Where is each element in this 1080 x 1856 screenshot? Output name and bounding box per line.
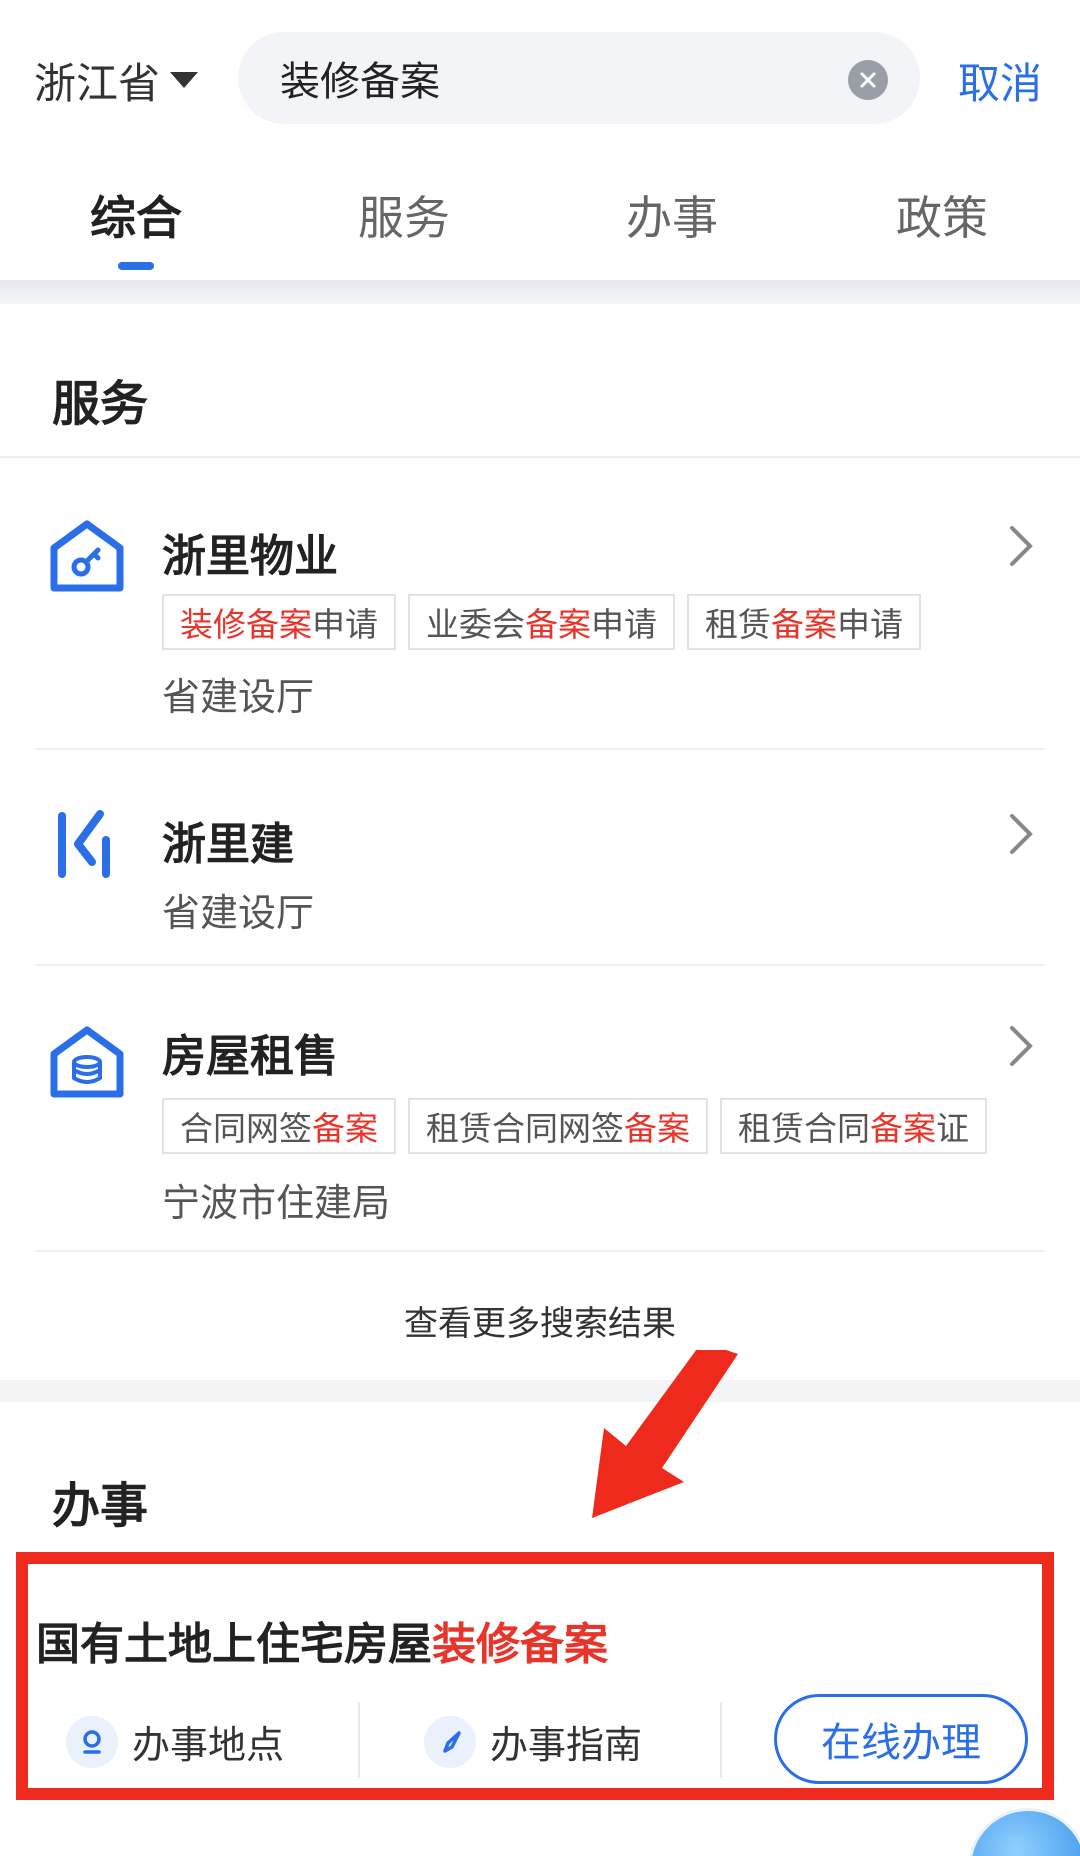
tag-highlight: 装修备案 (180, 605, 312, 644)
tag-text: 证 (936, 1109, 969, 1148)
zlj-logo-icon (58, 810, 110, 878)
service-org: 宁波市住建局 (162, 1181, 391, 1225)
service-item-zheli-property[interactable]: 浙里物业 装修备案 申请 业委会 备案 申请 租赁 备案 申请 省建设厅 (0, 480, 1080, 750)
search-input[interactable] (280, 55, 840, 101)
house-coin-icon (50, 1026, 124, 1098)
service-item-housing-lease-sale[interactable]: 房屋租售 合同网签 备案 租赁合同网签 备案 租赁合同 备案证 宁波市住建局 (0, 976, 1080, 1250)
divider (0, 456, 1080, 458)
tag-text: 合同网签 (180, 1109, 312, 1148)
tab-policy[interactable]: 政策 (842, 182, 1042, 248)
tab-all[interactable]: 综合 (36, 182, 236, 248)
tag-text: 申请 (837, 605, 903, 644)
service-tag[interactable]: 租赁合同 备案证 (720, 1098, 987, 1154)
tab-affairs[interactable]: 办事 (572, 182, 772, 248)
service-name: 房屋租售 (162, 1031, 338, 1082)
tab-services[interactable]: 服务 (304, 182, 504, 248)
chevron-right-icon (1010, 1026, 1033, 1066)
tag-text: 申请 (591, 605, 657, 644)
service-tag[interactable]: 租赁合同网签 备案 (408, 1098, 708, 1154)
assistant-float-icon[interactable] (968, 1808, 1080, 1856)
red-arrow-icon (592, 1350, 738, 1518)
section-gap (0, 1380, 1080, 1402)
result-tabs: 综合 服务 办事 政策 (0, 168, 1080, 278)
active-tab-indicator (118, 262, 154, 270)
chevron-right-icon (1010, 814, 1033, 854)
chevron-right-icon (1010, 526, 1033, 566)
clear-icon[interactable] (848, 60, 888, 100)
tag-highlight: 备案 (870, 1109, 936, 1148)
tag-highlight: 备案 (624, 1109, 690, 1148)
tabs-divider (0, 280, 1080, 304)
caret-down-icon (170, 72, 199, 88)
service-org: 省建设厅 (162, 675, 315, 719)
house-key-icon (50, 520, 124, 592)
service-name: 浙里建 (162, 819, 294, 870)
divider (36, 1250, 1044, 1252)
service-tags: 装修备案 申请 业委会 备案 申请 租赁 备案 申请 (162, 594, 921, 650)
highlight-box (16, 1552, 1054, 1800)
service-tag[interactable]: 装修备案 申请 (162, 594, 396, 650)
service-item-zheli-construction[interactable]: 浙里建 省建设厅 (0, 760, 1080, 964)
service-name: 浙里物业 (162, 531, 338, 582)
tag-highlight: 备案 (771, 605, 837, 644)
service-tag[interactable]: 业委会 备案 申请 (408, 594, 675, 650)
tag-text: 租赁 (705, 605, 771, 644)
services-section-title: 服务 (52, 376, 149, 432)
tag-highlight: 备案 (312, 1109, 378, 1148)
tag-text: 租赁合同网签 (426, 1109, 624, 1148)
search-box[interactable] (238, 32, 920, 124)
tag-text: 租赁合同 (738, 1109, 870, 1148)
tag-highlight: 备案 (525, 605, 591, 644)
service-org: 省建设厅 (162, 891, 315, 935)
top-bar: 浙江省 取消 (0, 0, 1080, 160)
region-label: 浙江省 (34, 58, 161, 108)
divider (36, 964, 1044, 966)
service-tag[interactable]: 合同网签 备案 (162, 1098, 396, 1154)
tag-text: 业委会 (426, 605, 525, 644)
tag-text: 申请 (312, 605, 378, 644)
affairs-section-title: 办事 (52, 1478, 149, 1534)
region-selector[interactable]: 浙江省 (34, 50, 199, 110)
cancel-button[interactable]: 取消 (958, 50, 1042, 111)
divider (36, 748, 1044, 750)
service-tag[interactable]: 租赁 备案 申请 (687, 594, 921, 650)
more-results-link[interactable]: 查看更多搜索结果 (0, 1296, 1080, 1345)
service-tags: 合同网签 备案 租赁合同网签 备案 租赁合同 备案证 (162, 1098, 987, 1154)
